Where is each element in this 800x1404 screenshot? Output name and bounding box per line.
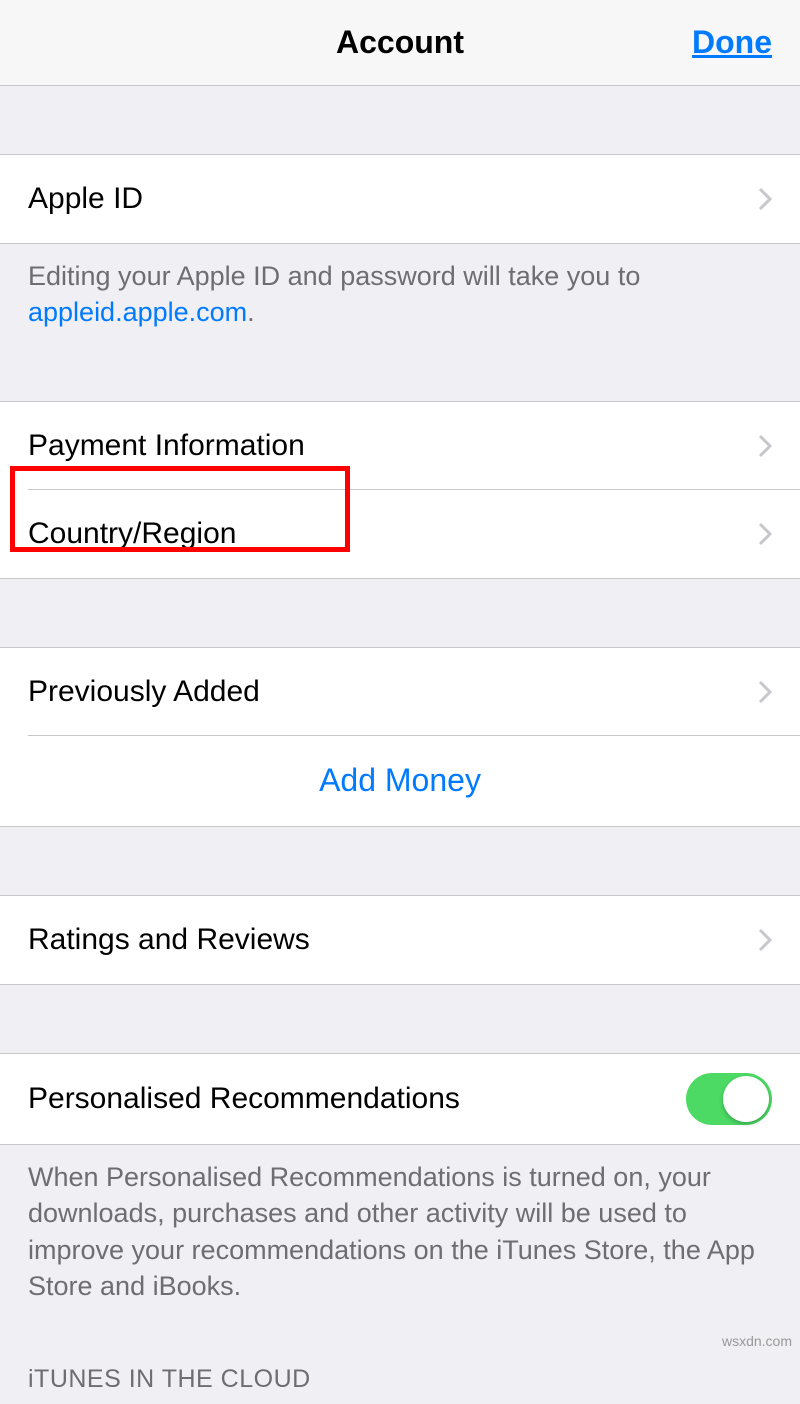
spacer [0, 351, 800, 401]
chevron-right-icon [758, 187, 772, 211]
spacer [0, 86, 800, 154]
apple-id-row[interactable]: Apple ID [0, 155, 800, 243]
payment-information-row[interactable]: Payment Information [0, 402, 800, 490]
chevron-right-icon [758, 928, 772, 952]
itunes-cloud-header: iTUNES IN THE CLOUD [0, 1325, 800, 1404]
add-money-row[interactable]: Add Money [0, 736, 800, 826]
credit-group: Previously Added Add Money [0, 647, 800, 827]
chevron-right-icon [758, 434, 772, 458]
spacer [0, 985, 800, 1053]
previously-added-row[interactable]: Previously Added [0, 648, 800, 736]
apple-id-footer-prefix: Editing your Apple ID and password will … [28, 261, 640, 291]
apple-id-group: Apple ID [0, 154, 800, 244]
recommendations-row: Personalised Recommendations [0, 1054, 800, 1144]
recommendations-group: Personalised Recommendations [0, 1053, 800, 1145]
apple-id-label: Apple ID [28, 182, 143, 216]
country-region-row[interactable]: Country/Region [0, 490, 800, 578]
toggle-knob [723, 1076, 769, 1122]
add-money-label: Add Money [319, 762, 481, 799]
ratings-reviews-row[interactable]: Ratings and Reviews [0, 896, 800, 984]
chevron-right-icon [758, 522, 772, 546]
payment-country-group: Payment Information Country/Region [0, 401, 800, 579]
done-button[interactable]: Done [692, 24, 772, 61]
watermark: wsxdn.com [722, 1333, 792, 1349]
recommendations-footer: When Personalised Recommendations is tur… [0, 1145, 800, 1325]
recommendations-toggle[interactable] [686, 1073, 772, 1125]
navigation-bar: Account Done [0, 0, 800, 86]
apple-id-footer-suffix: . [247, 297, 255, 327]
previously-added-label: Previously Added [28, 675, 260, 709]
country-region-label: Country/Region [28, 517, 236, 551]
apple-id-footer-link[interactable]: appleid.apple.com [28, 297, 247, 327]
spacer [0, 579, 800, 647]
recommendations-label: Personalised Recommendations [28, 1082, 460, 1116]
apple-id-footer: Editing your Apple ID and password will … [0, 244, 800, 351]
ratings-reviews-label: Ratings and Reviews [28, 923, 310, 957]
chevron-right-icon [758, 680, 772, 704]
page-title: Account [336, 24, 464, 61]
ratings-group: Ratings and Reviews [0, 895, 800, 985]
payment-information-label: Payment Information [28, 429, 305, 463]
spacer [0, 827, 800, 895]
